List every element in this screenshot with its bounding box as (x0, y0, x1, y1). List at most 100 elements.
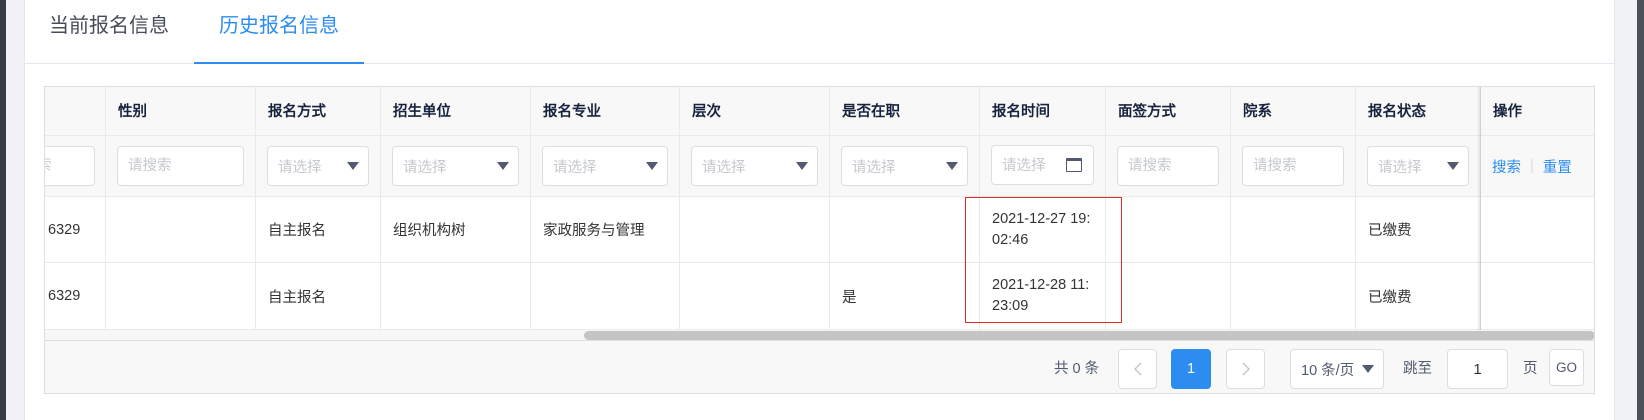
column-header-hidden (44, 86, 106, 135)
chevron-right-icon (1241, 362, 1250, 376)
signup-method-select[interactable]: 请选择 (267, 146, 369, 186)
department-search-input[interactable] (1242, 146, 1344, 186)
level-select[interactable]: 请选择 (691, 146, 818, 186)
select-placeholder: 请选择 (403, 159, 447, 176)
cell-signup-method: 自主报名 (256, 197, 381, 262)
cell-gender (106, 197, 256, 262)
filter-cell (106, 136, 256, 196)
cell-employed (830, 197, 980, 262)
caret-down-icon (796, 162, 808, 170)
caret-down-icon (646, 162, 658, 170)
column-header-employed: 是否在职 (830, 86, 980, 135)
filter-input-partial[interactable] (44, 146, 95, 186)
cell-employed: 是 (830, 263, 980, 329)
table-row: 6329 自主报名 组织机构树 家政服务与管理 2021-12-27 19:02… (44, 197, 1595, 263)
tab-label: 历史报名信息 (219, 15, 339, 37)
column-header-level: 层次 (680, 86, 830, 135)
select-placeholder: 请选择 (852, 159, 896, 176)
column-header-signup-method: 报名方式 (256, 86, 381, 135)
tab-history-signup[interactable]: 历史报名信息 (194, 0, 364, 64)
cell-signup-status: 已缴费 (1356, 197, 1481, 262)
cell-level (680, 263, 830, 329)
column-header-department: 院系 (1231, 86, 1356, 135)
cell-interview-method (1106, 263, 1231, 329)
column-header-signup-time: 报名时间 (980, 86, 1106, 135)
major-select[interactable]: 请选择 (542, 146, 668, 186)
chevron-left-icon (1133, 362, 1142, 376)
filter-cell: 请选择 (980, 136, 1106, 196)
enrollment-unit-select[interactable]: 请选择 (392, 146, 519, 186)
select-placeholder: 请选择 (278, 159, 322, 176)
next-page-button[interactable] (1226, 349, 1265, 389)
column-header-actions: 操作 (1493, 104, 1522, 120)
select-placeholder: 请选择 (702, 159, 746, 176)
gender-search-input[interactable] (117, 146, 244, 186)
jump-page-input[interactable] (1447, 349, 1508, 389)
column-header-enrollment-unit: 招生单位 (381, 86, 531, 135)
total-count: 共 0 条 (1054, 361, 1100, 377)
filter-cell: 请选择 (381, 136, 531, 196)
cell-signup-time: 2021-12-27 19:02:46 (980, 197, 1106, 262)
table-filter-row: 请选择 请选择 请选择 请选择 请选择 (44, 136, 1595, 197)
pagination: 共 0 条 1 10 条/页 跳至 页 GO (44, 341, 1595, 394)
signup-time-text: 2021-12-27 19:02:46 (992, 210, 1091, 248)
date-placeholder: 请选择 (1002, 158, 1046, 174)
page-size-select[interactable]: 10 条/页 (1290, 349, 1384, 389)
cell-major: 家政服务与管理 (531, 197, 680, 262)
go-button[interactable]: GO (1549, 349, 1584, 386)
cell-signup-method: 自主报名 (256, 263, 381, 329)
column-header-major: 报名专业 (531, 86, 680, 135)
signup-time-date-picker[interactable]: 请选择 (991, 144, 1094, 185)
filter-cell: 请选择 (256, 136, 381, 196)
calendar-icon[interactable] (1066, 157, 1082, 172)
reset-link[interactable]: 重置 (1543, 156, 1572, 177)
cell-signup-status: 已缴费 (1356, 263, 1481, 329)
interview-method-search-input[interactable] (1117, 146, 1219, 186)
caret-down-icon (347, 162, 359, 170)
caret-down-icon (1362, 365, 1374, 373)
cell-enrollment-unit (381, 263, 531, 329)
cell-level (680, 197, 830, 262)
search-link[interactable]: 搜索 (1492, 156, 1521, 177)
column-header-gender: 性别 (106, 86, 256, 135)
employed-select[interactable]: 请选择 (841, 146, 968, 186)
cell-signup-time: 2021-12-28 11:23:09 (980, 263, 1106, 329)
signup-table: 性别 报名方式 招生单位 报名专业 层次 是否在职 报名时间 面签方式 院系 报… (44, 86, 1595, 341)
filter-cell (1231, 136, 1356, 196)
caret-down-icon (1447, 162, 1459, 170)
tab-bar: 当前报名信息 历史报名信息 (24, 0, 364, 64)
page-1-button[interactable]: 1 (1171, 349, 1211, 389)
caret-down-icon (946, 162, 958, 170)
cell-department (1231, 263, 1356, 329)
cell-actions (1481, 263, 1595, 329)
cell-enrollment-unit: 组织机构树 (381, 197, 531, 262)
scrollbar-thumb[interactable] (584, 331, 1595, 340)
column-header-signup-status: 报名状态 (1356, 86, 1481, 135)
tab-ink-bar (194, 62, 364, 64)
column-header-interview-method: 面签方式 (1106, 86, 1231, 135)
signup-time-text: 2021-12-28 11:23:09 (992, 277, 1090, 314)
cell-actions (1481, 197, 1595, 262)
signup-status-select[interactable]: 请选择 (1367, 146, 1469, 186)
page-suffix: 页 (1523, 361, 1538, 377)
select-placeholder: 请选择 (553, 159, 597, 176)
left-edge (0, 0, 6, 420)
cell-major (531, 263, 680, 329)
page-size-value: 10 条/页 (1301, 362, 1355, 379)
table-row: 6329 自主报名 是 2021-12-28 11:23:09 已缴费 (44, 263, 1595, 330)
jump-label: 跳至 (1403, 361, 1432, 377)
tab-current-signup[interactable]: 当前报名信息 (24, 0, 194, 64)
cell-gender (106, 263, 256, 329)
prev-page-button[interactable] (1118, 349, 1157, 389)
cell-id: 6329 (44, 263, 106, 329)
action-separator: | (1530, 158, 1534, 174)
filter-actions-cell: 搜索 | 重置 (1481, 136, 1595, 196)
filter-cell (1106, 136, 1231, 196)
right-edge (1637, 0, 1644, 420)
filter-cell: 请选择 (680, 136, 830, 196)
cell-id: 6329 (44, 197, 106, 262)
cell-interview-method (1106, 197, 1231, 262)
caret-down-icon (497, 162, 509, 170)
horizontal-scrollbar[interactable] (44, 330, 1595, 341)
filter-cell: 请选择 (1356, 136, 1481, 196)
